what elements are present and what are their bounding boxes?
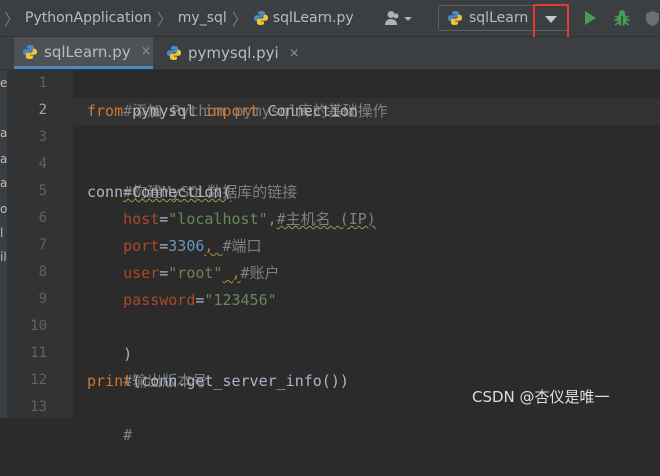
chevron-down-icon [545,16,557,23]
line-number: 11 [30,345,47,361]
comment: #账户 [240,264,280,282]
comment: # [123,426,133,444]
close-tab-icon[interactable]: × [289,46,300,61]
parameter-name: user [123,264,160,282]
tab-pymysql[interactable]: pymysql.pyi × [158,37,308,69]
number-literal: 3306 [168,237,205,255]
line-number: 9 [38,291,47,307]
tab-sqllearn[interactable]: sqlLearn.py × [14,37,153,69]
code-editor[interactable]: #添加 Python pymysql库的基础操作 from pymysql im… [73,70,660,444]
python-file-icon [253,10,269,27]
builtin-function: print [87,372,133,390]
keyword: from [87,102,124,120]
user-icon[interactable] [384,10,418,26]
line-number: 4 [38,156,47,172]
line-number: 13 [30,399,47,415]
line-number: 7 [38,237,47,253]
parameter-name: password [123,291,196,309]
debug-icon[interactable] [613,9,631,31]
operator: = [159,210,169,228]
line-number-gutter[interactable]: 1 2 3 4 5 6 7 8 9 10 11 12 13 [7,70,73,418]
comment: #端口 [222,237,262,255]
string-literal: "123456" [204,291,277,309]
python-icon [447,10,463,27]
tab-label: pymysql.pyi [188,44,279,62]
line-number: 6 [38,210,47,226]
breadcrumb-file[interactable]: sqlLearn.py [273,10,354,26]
operator: = [159,237,169,255]
watermark: CSDN @杏仪是唯一 [472,388,610,406]
import-name: Connection [258,102,358,120]
code-line-9[interactable]: password="123456" [87,287,277,314]
call-expression: =Connection( [123,183,232,201]
comma: , [222,264,241,282]
comma: , [204,237,223,255]
code-line-6[interactable]: host="localhost",#主机名 (IP) [87,206,376,233]
breadcrumb-separator: 〉 [156,10,173,29]
code-line-2[interactable]: from pymysql import Connection [87,98,358,125]
string-literal: "localhost" [168,210,268,228]
line-number: 10 [30,318,47,334]
python-file-icon [22,43,38,61]
project-panel-edge[interactable]: e a as ar o l il [0,70,14,418]
tab-label: sqlLearn.py [44,42,131,61]
keyword: import [204,102,259,120]
module-name: pymysql [123,102,205,120]
project-panel-text: l [0,226,4,240]
code-line-5[interactable]: conn=Connection( [87,179,232,206]
run-icon[interactable] [583,10,597,30]
line-number: 5 [38,183,47,199]
breadcrumb-separator: 〉 [4,10,21,29]
coverage-icon[interactable] [645,10,660,31]
project-panel-text: il [0,250,7,264]
editor-tab-bar: sqlLearn.py × pymysql.pyi × [0,37,660,70]
breadcrumb-folder[interactable]: my_sql [178,10,227,26]
line-number: 8 [38,264,47,280]
close-tab-icon[interactable]: × [141,44,152,59]
run-config-label: sqlLearn [469,10,529,26]
comma: , [267,210,277,228]
operator: = [159,264,169,282]
code-line-8[interactable]: user="root" ,#账户 [87,260,280,287]
line-number: 3 [38,129,47,145]
line-number: 1 [38,75,47,91]
parameter-name: port [123,237,160,255]
variable: conn [87,183,124,201]
string-literal: "root" [168,264,223,282]
breadcrumb-separator: 〉 [231,10,248,29]
call-expression: (conn.get_server_info()) [132,372,349,390]
code-line-12[interactable]: print(conn.get_server_info()) [87,368,349,395]
line-number: 2 [38,102,47,118]
code-line-7[interactable]: port=3306, #端口 [87,233,262,260]
line-number: 12 [30,372,47,388]
code-line-13[interactable]: # [87,395,132,476]
comment: #主机名 (IP) [276,210,376,228]
breadcrumb-project[interactable]: PythonApplication [25,10,152,26]
parameter-name: host [123,210,160,228]
python-stub-file-icon [166,44,182,62]
